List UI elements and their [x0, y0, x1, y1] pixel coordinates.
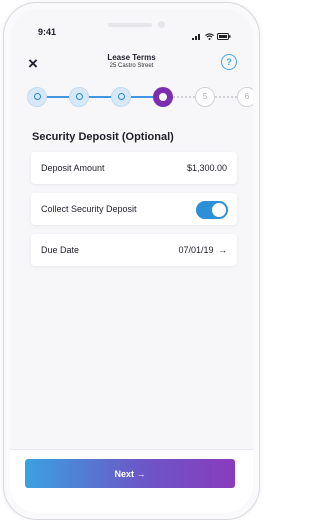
system-icons	[192, 27, 231, 45]
collect-deposit-row: Collect Security Deposit	[31, 193, 237, 225]
step-connector	[47, 96, 69, 98]
due-date-value-group[interactable]: 07/01/19 →	[178, 245, 227, 255]
footer-bar: Next →	[10, 449, 253, 513]
due-date-row[interactable]: Due Date 07/01/19 →	[31, 234, 237, 266]
step-3-complete-icon[interactable]	[111, 87, 131, 107]
step-connector	[131, 96, 153, 98]
page-title: Lease Terms	[107, 53, 156, 62]
progress-stepper: 5 6	[10, 85, 253, 111]
status-bar: 9:41	[10, 9, 253, 40]
deposit-amount-value[interactable]: $1,300.00	[187, 163, 227, 173]
step-5[interactable]: 5	[195, 87, 215, 107]
battery-icon	[217, 27, 231, 45]
phone-frame: 9:41 × Lease Terms 25 Castro Street ? 5 …	[3, 2, 260, 520]
step-6[interactable]: 6	[237, 87, 253, 107]
header-titles: Lease Terms 25 Castro Street	[70, 53, 193, 69]
collect-deposit-label: Collect Security Deposit	[41, 204, 137, 214]
step-connector	[173, 96, 195, 98]
app-header: × Lease Terms 25 Castro Street ?	[10, 49, 253, 79]
deposit-amount-row[interactable]: Deposit Amount $1,300.00	[31, 152, 237, 184]
screen: 9:41 × Lease Terms 25 Castro Street ? 5 …	[10, 9, 253, 513]
page-subtitle: 25 Castro Street	[109, 63, 154, 69]
arrow-right-icon: →	[218, 245, 227, 255]
help-icon[interactable]: ?	[221, 54, 237, 70]
section-title: Security Deposit (Optional)	[32, 131, 174, 143]
step-connector	[215, 96, 237, 98]
step-connector	[89, 96, 111, 98]
step-4-current-icon[interactable]	[153, 87, 173, 107]
signal-icon	[192, 27, 202, 45]
due-date-value: 07/01/19	[178, 245, 214, 255]
front-camera	[158, 21, 165, 28]
deposit-amount-label: Deposit Amount	[41, 163, 105, 173]
step-1-complete-icon[interactable]	[27, 87, 47, 107]
speaker-grille	[108, 23, 152, 27]
status-time: 9:41	[38, 27, 57, 37]
next-button[interactable]: Next →	[25, 459, 235, 488]
wifi-icon	[205, 27, 214, 45]
collect-deposit-toggle[interactable]	[196, 201, 228, 219]
step-2-complete-icon[interactable]	[69, 87, 89, 107]
close-icon[interactable]: ×	[28, 55, 38, 72]
due-date-label: Due Date	[41, 245, 80, 255]
